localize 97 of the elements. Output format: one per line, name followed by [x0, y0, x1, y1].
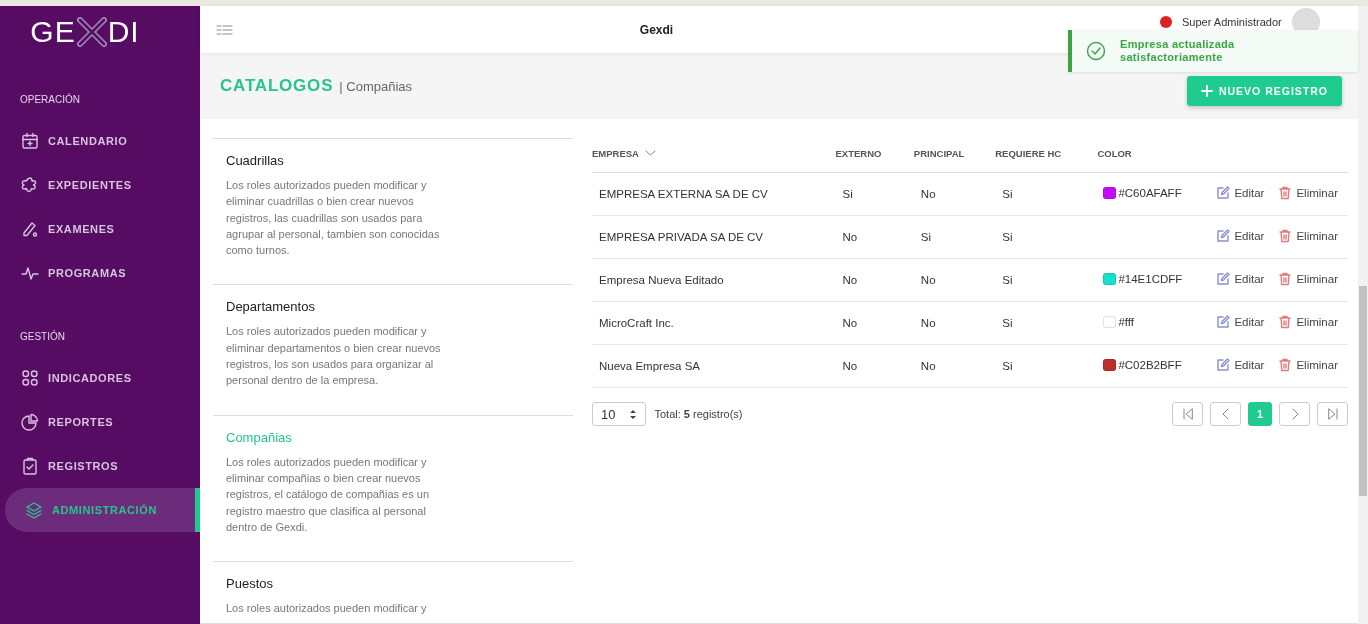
sidebar-item[interactable]: CALENDARIO [0, 119, 200, 163]
table-cell: EMPRESA EXTERNA SA DE CV [599, 188, 768, 200]
sidebar-item[interactable]: INDICADORES [0, 356, 200, 400]
catalog-title[interactable]: Cuadrillas [226, 153, 453, 168]
sort-icon [629, 408, 638, 420]
toast-message: Empresa actualizada satisfactoriamente [1120, 38, 1236, 64]
table-cell: Si [1002, 317, 1013, 329]
layers-icon [25, 501, 43, 519]
next-page-button[interactable] [1279, 402, 1310, 426]
color-code: #fff [1118, 316, 1134, 328]
edit-link[interactable]: Editar [1216, 272, 1265, 286]
table-cell: No [842, 360, 858, 372]
flower-icon [21, 176, 39, 194]
sidebar-item[interactable]: REGISTROS [0, 444, 200, 488]
section-title: GESTIÓN [19, 331, 66, 342]
catalog-description: Los roles autorizados pueden modificar y eliminar cuadrillas o bien crear nuevos registros, las cuadrillas son usados para agrupar al personal, tambien son conocidas como turnos. [226, 178, 441, 259]
pulse-icon [21, 264, 39, 282]
trash-icon [1278, 229, 1293, 243]
logo-text: GE [30, 17, 76, 47]
page-subtitle: | Compañias [339, 78, 413, 94]
trash-icon [1278, 315, 1293, 329]
delete-link[interactable]: Eliminar [1278, 272, 1338, 286]
sidebar-item[interactable]: EXAMENES [0, 207, 200, 251]
chevron-down-icon [645, 149, 656, 157]
table-cell: Si [1002, 274, 1013, 286]
color-code: #C02B2BFF [1118, 359, 1182, 371]
page-title: CATALOGOS [220, 76, 334, 96]
catalog-description: Los roles autorizados pueden modificar y eliminar compañias o bien crear nuevos registros, el catálogo de compañias es un registro maestro que clasifica al personal dentro de Gexdi. [226, 454, 430, 535]
catalog-description: Los roles autorizados pueden modificar y [226, 601, 428, 617]
color-code: #C60AFAFF [1118, 187, 1182, 199]
table-cell: No [842, 317, 858, 329]
column-header[interactable]: EMPRESA [592, 135, 836, 173]
plus-icon [1200, 85, 1213, 97]
delete-link[interactable]: Eliminar [1278, 229, 1338, 243]
delete-link[interactable]: Eliminar [1278, 186, 1338, 200]
trash-icon [1278, 272, 1293, 286]
scrollbar-thumb[interactable] [1359, 286, 1367, 496]
first-page-button[interactable] [1172, 402, 1203, 426]
table-cell: Si [1002, 188, 1013, 200]
sidebar-item[interactable]: REPORTES [0, 400, 200, 444]
app-title: Gexdi [638, 22, 675, 37]
user-name: Super Administrador [1182, 16, 1282, 28]
sidebar-item[interactable]: PROGRAMAS [0, 251, 200, 295]
edit-icon [1216, 358, 1231, 372]
table-cell: No [842, 231, 858, 243]
page-size-select[interactable]: 10 [592, 402, 647, 426]
table-cell: No [920, 188, 936, 200]
total-text: Total: 5 registro(s) [654, 408, 743, 420]
table-cell: Empresa Nueva Editado [599, 274, 724, 286]
edit-link[interactable]: Editar [1216, 229, 1265, 243]
grid-icon [21, 369, 39, 387]
edit-icon [1216, 272, 1231, 286]
edit-icon [1216, 229, 1231, 243]
last-page-icon [1325, 407, 1340, 421]
edit-link[interactable]: Editar [1216, 358, 1265, 372]
pie-chart-icon [21, 413, 39, 431]
catalog-title[interactable]: Puestos [226, 576, 453, 592]
previous-page-button[interactable] [1210, 402, 1241, 426]
column-header: COLOR [1097, 135, 1203, 173]
last-page-button[interactable] [1317, 402, 1348, 426]
check-circle-icon [1086, 41, 1106, 61]
column-header: PRINCIPAL [913, 135, 996, 173]
clipboard-icon [21, 457, 39, 475]
trash-icon [1278, 358, 1293, 372]
logo-cross-icon [76, 17, 107, 47]
column-header: REQUIERE HC [995, 135, 1098, 173]
catalog-description: Los roles autorizados pueden modificar y eliminar departamentos o bien crear nuevos registros, los son usados para organizar al personal dentro de la empresa. [226, 324, 442, 389]
edit-link[interactable]: Editar [1216, 186, 1265, 200]
color-code: #14E1CDFF [1118, 273, 1183, 285]
calendar-icon [21, 132, 39, 150]
table-cell: No [920, 317, 936, 329]
sidebar-item[interactable]: EXPEDIENTES [0, 163, 200, 207]
logo-text: DI [107, 17, 140, 47]
column-header: EXTERNO [835, 135, 914, 173]
table-cell: No [842, 274, 858, 286]
edit-link[interactable]: Editar [1216, 315, 1265, 329]
edit-icon [1216, 186, 1231, 200]
table-cell: Si [842, 188, 853, 200]
delete-link[interactable]: Eliminar [1278, 315, 1338, 329]
table-cell: Nueva Empresa SA [599, 360, 700, 372]
sidebar-item[interactable]: ADMINISTRACIÓN [5, 488, 200, 532]
delete-link[interactable]: Eliminar [1278, 358, 1338, 372]
edit-icon [1216, 315, 1231, 329]
table-cell: Si [1002, 360, 1013, 372]
table-cell: No [920, 274, 936, 286]
table-cell: Si [920, 231, 932, 243]
table-cell: EMPRESA PRIVADA SA DE CV [599, 231, 764, 243]
table-cell: MicroCraft Inc. [599, 317, 674, 329]
section-title: OPERACIÓN [19, 94, 81, 105]
menu-icon [216, 23, 233, 36]
table-cell: Si [1002, 231, 1013, 243]
trash-icon [1278, 186, 1293, 200]
pencil-icon [21, 220, 39, 238]
table-cell: No [920, 360, 936, 372]
catalog-title[interactable]: Departamentos [226, 299, 453, 315]
first-page-icon [1180, 407, 1195, 421]
notification-dot [1160, 16, 1172, 28]
